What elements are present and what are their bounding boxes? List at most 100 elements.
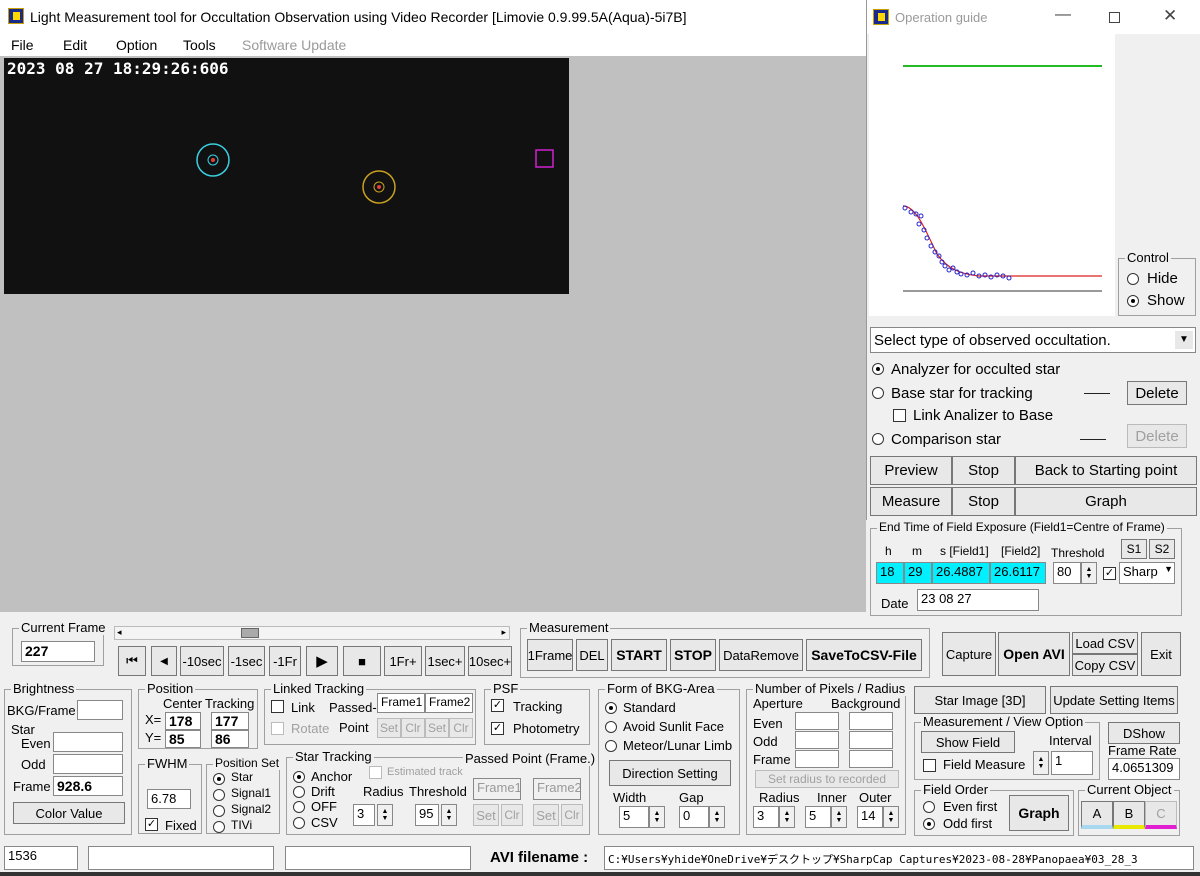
- off-radio[interactable]: [293, 801, 305, 813]
- one-frame-button[interactable]: 1Frame: [527, 639, 573, 671]
- forward-1sec-button[interactable]: 1sec+: [425, 646, 465, 676]
- object-b-button[interactable]: B: [1113, 801, 1145, 829]
- tracking-x-field[interactable]: 177: [211, 712, 249, 730]
- frame-rate-field[interactable]: 4.0651309: [1108, 758, 1180, 780]
- video-frame[interactable]: 2023 08 27 18:29:26:606: [4, 58, 569, 294]
- estimated-track-checkbox[interactable]: [369, 766, 382, 779]
- copy-csv-button[interactable]: Copy CSV: [1072, 654, 1138, 676]
- star-radio[interactable]: [213, 773, 225, 785]
- passed-clr2-button[interactable]: Clr: [561, 804, 583, 826]
- analyzer-radio[interactable]: [872, 363, 884, 375]
- object-a-button[interactable]: A: [1081, 801, 1113, 829]
- aperture-radius-spinner[interactable]: ▲ ▼: [779, 806, 795, 828]
- back-10sec-button[interactable]: -10sec: [180, 646, 224, 676]
- tracking-radius-field[interactable]: 3: [353, 804, 375, 826]
- back-1sec-button[interactable]: -1sec: [228, 646, 265, 676]
- meteor-limb-radio[interactable]: [605, 740, 617, 752]
- standard-radio[interactable]: [605, 702, 617, 714]
- hour-field[interactable]: 18: [876, 562, 904, 584]
- linked-clr2-button[interactable]: Clr: [449, 718, 473, 738]
- first-frame-button[interactable]: ⏮: [118, 646, 146, 676]
- menu-edit[interactable]: Edit: [63, 37, 87, 53]
- interval-spinner[interactable]: ▲ ▼: [1033, 751, 1049, 775]
- delete-base-button[interactable]: Delete: [1127, 381, 1187, 405]
- back-to-start-button[interactable]: Back to Starting point: [1015, 456, 1197, 485]
- load-csv-button[interactable]: Load CSV: [1072, 632, 1138, 654]
- passed-frame1-field[interactable]: Frame1: [473, 778, 521, 800]
- passed-set2-button[interactable]: Set: [533, 804, 559, 826]
- fwhm-fixed-checkbox[interactable]: ✓: [145, 818, 158, 831]
- inner-radius-spinner[interactable]: ▲ ▼: [831, 806, 847, 828]
- comparison-radio[interactable]: [872, 433, 884, 445]
- link-analyzer-checkbox[interactable]: [893, 409, 906, 422]
- hide-radio[interactable]: [1127, 273, 1139, 285]
- psf-tracking-checkbox[interactable]: ✓: [491, 699, 504, 712]
- sharp-select[interactable]: Sharp ▼: [1119, 562, 1175, 584]
- star-image-3d-button[interactable]: Star Image [3D]: [914, 686, 1046, 714]
- minute-field[interactable]: 29: [904, 562, 932, 584]
- object-c-button[interactable]: C: [1145, 801, 1177, 829]
- menu-file[interactable]: File: [11, 37, 34, 53]
- link-checkbox[interactable]: [271, 700, 284, 713]
- aperture-radius-field[interactable]: 3: [753, 806, 779, 828]
- prev-frame-button[interactable]: ◀: [151, 646, 177, 676]
- scroll-right-icon[interactable]: ▸: [501, 627, 506, 638]
- occultation-type-select[interactable]: Select type of observed occultation. ▼: [870, 327, 1196, 353]
- seconds-field2[interactable]: 26.6117: [990, 562, 1046, 584]
- update-settings-button[interactable]: Update Setting Items: [1050, 686, 1178, 714]
- base-radio[interactable]: [872, 387, 884, 399]
- current-frame-field[interactable]: 227: [21, 641, 95, 662]
- guide-graph-button[interactable]: Graph: [1015, 487, 1197, 516]
- date-field[interactable]: 23 08 27: [917, 589, 1039, 611]
- minimize-icon[interactable]: —: [1055, 6, 1071, 24]
- measure-button[interactable]: Measure: [870, 487, 952, 516]
- scroll-left-icon[interactable]: ◂: [117, 627, 122, 638]
- delete-comparison-button[interactable]: Delete: [1127, 424, 1187, 448]
- close-icon[interactable]: ✕: [1163, 6, 1177, 26]
- linked-frame1-field[interactable]: Frame1: [377, 693, 425, 713]
- forward-10sec-button[interactable]: 10sec+: [468, 646, 512, 676]
- field-graph-button[interactable]: Graph: [1009, 795, 1069, 831]
- even-first-radio[interactable]: [923, 801, 935, 813]
- linked-set2-button[interactable]: Set: [425, 718, 449, 738]
- outer-radius-field[interactable]: 14: [857, 806, 883, 828]
- bkg-gap-spinner[interactable]: ▲ ▼: [709, 806, 725, 828]
- anchor-radio[interactable]: [293, 771, 305, 783]
- sharp-checkbox[interactable]: ✓: [1103, 567, 1116, 580]
- rotate-checkbox[interactable]: [271, 722, 284, 735]
- tracking-radius-spinner[interactable]: ▲ ▼: [377, 804, 393, 826]
- center-y-field[interactable]: 85: [165, 730, 201, 748]
- forward-1frame-button[interactable]: 1Fr+: [384, 646, 422, 676]
- interval-field[interactable]: 1: [1051, 751, 1093, 775]
- menu-option[interactable]: Option: [116, 37, 157, 53]
- back-1frame-button[interactable]: -1Fr: [269, 646, 301, 676]
- bkg-width-field[interactable]: 5: [619, 806, 649, 828]
- stop-preview-button[interactable]: Stop: [952, 456, 1015, 485]
- del-button[interactable]: DEL: [576, 639, 608, 671]
- bkg-width-spinner[interactable]: ▲ ▼: [649, 806, 665, 828]
- menu-tools[interactable]: Tools: [183, 37, 216, 53]
- data-remove-button[interactable]: DataRemove: [719, 639, 803, 671]
- signal1-radio[interactable]: [213, 789, 225, 801]
- drift-radio[interactable]: [293, 786, 305, 798]
- tracking-y-field[interactable]: 86: [211, 730, 249, 748]
- stop-measurement-button[interactable]: STOP: [670, 639, 716, 671]
- set-radius-button[interactable]: Set radius to recorded: [755, 770, 899, 788]
- csv-radio[interactable]: [293, 817, 305, 829]
- frame-scrollbar[interactable]: ◂ ▸: [114, 626, 510, 640]
- avoid-sunlit-radio[interactable]: [605, 721, 617, 733]
- tracking-threshold-spinner[interactable]: ▲ ▼: [441, 804, 457, 826]
- center-x-field[interactable]: 178: [165, 712, 201, 730]
- dshow-button[interactable]: DShow: [1108, 722, 1180, 744]
- field-measure-checkbox[interactable]: [923, 759, 936, 772]
- direction-setting-button[interactable]: Direction Setting: [609, 760, 731, 786]
- preview-button[interactable]: Preview: [870, 456, 952, 485]
- linked-frame2-field[interactable]: Frame2: [425, 693, 473, 713]
- inner-radius-field[interactable]: 5: [805, 806, 831, 828]
- tivi-radio[interactable]: [213, 821, 225, 833]
- maximize-icon[interactable]: [1109, 12, 1120, 23]
- s1-button[interactable]: S1: [1121, 539, 1147, 559]
- passed-set1-button[interactable]: Set: [473, 804, 499, 826]
- show-radio[interactable]: [1127, 295, 1139, 307]
- stop-button[interactable]: ■: [343, 646, 381, 676]
